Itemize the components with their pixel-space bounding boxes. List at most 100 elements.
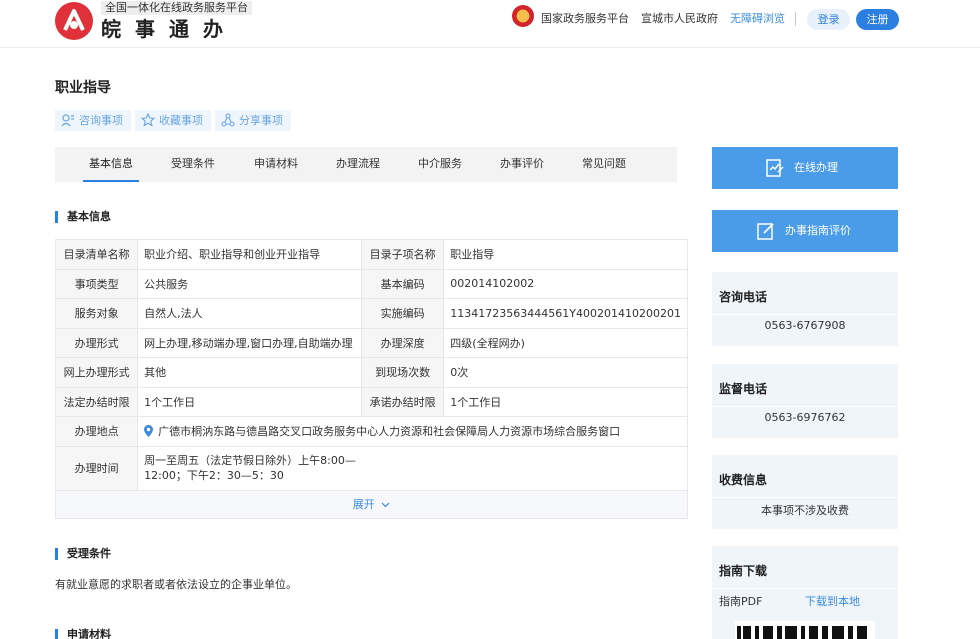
logo-icon (63, 9, 85, 31)
address-text: 广德市桐汭东路与德昌路交叉口政务服务中心人力资源和社会保障局人力资源市场综合服务… (158, 425, 621, 439)
row-value: 自然人,法人 (137, 298, 362, 329)
brand-name[interactable]: 皖事通办 (101, 16, 237, 42)
row-label: 目录子项名称 (360, 239, 445, 270)
row-value: 1个工作日 (443, 386, 688, 417)
row-label: 法定办结时限 (54, 386, 139, 417)
qr-code (735, 621, 875, 639)
consult-phone-card: 咨询电话 0563-6767908 (712, 272, 898, 346)
hours-line-2: 12:00；下午2：30—5：30 (144, 469, 284, 482)
table-row: 服务对象 自然人,法人 实施编码 11341723563444561Y40020141… (54, 298, 688, 329)
chevron-down-icon (381, 502, 390, 508)
share-item-label: 分享事项 (239, 114, 283, 127)
row-value: 1个工作日 (137, 386, 362, 417)
row-value: 四级(全程网办) (443, 327, 688, 358)
national-platform-link[interactable]: 国家政务服务平台 (541, 11, 629, 27)
consult-phone-value: 0563-6767908 (764, 319, 846, 332)
card-divider (712, 314, 898, 315)
favorite-item-label: 收藏事项 (159, 114, 203, 127)
row-value: 0次 (443, 357, 688, 388)
address-value: 广德市桐汭东路与德昌路交叉口政务服务中心人力资源和社会保障局人力资源市场综合服务… (137, 416, 688, 447)
national-emblem-icon (512, 5, 534, 27)
row-value: 公共服务 (137, 268, 362, 299)
online-apply-icon (766, 159, 784, 177)
basic-info-heading: 基本信息 (55, 210, 111, 224)
site-logo[interactable] (55, 2, 93, 40)
expand-label: 展开 (352, 498, 375, 511)
hours-line-1: 周一至周五（法定节假日除外）上午8:00— (144, 454, 356, 467)
fee-info-value: 本事项不涉及收费 (761, 504, 849, 517)
location-pin-icon (144, 425, 154, 438)
consult-item-button[interactable]: 咨询事项 (55, 110, 131, 131)
row-label: 到现场次数 (360, 357, 445, 388)
card-divider (712, 406, 898, 407)
table-row: 办理地点 广德市桐汭东路与德昌路交叉口政务服务中心人力资源和社会保障局人力资源市… (54, 416, 688, 447)
tab-acceptance[interactable]: 受理条件 (171, 147, 215, 182)
supervise-phone-value: 0563-6976762 (764, 411, 846, 424)
tab-evaluation[interactable]: 办事评价 (500, 147, 544, 182)
table-row: 办理形式 网上办理,移动端办理,窗口办理,自助端办理 办理深度 四级(全程网办) (54, 327, 688, 358)
expand-button[interactable]: 展开 (55, 489, 688, 519)
table-row: 网上办理形式 其他 到现场次数 0次 (54, 357, 688, 388)
row-value: 网上办理,移动端办理,窗口办理,自助端办理 (137, 327, 362, 358)
row-value: 职业指导 (443, 239, 688, 270)
guide-evaluation-label: 办事指南评价 (785, 224, 851, 237)
online-apply-button[interactable]: 在线办理 (712, 147, 898, 189)
login-button[interactable]: 登录 (807, 9, 850, 30)
table-row: 办理时间 周一至周五（法定节假日除外）上午8:00— 12:00；下午2：30—… (54, 445, 688, 491)
tab-intermediary[interactable]: 中介服务 (418, 147, 462, 182)
favorite-item-button[interactable]: 收藏事项 (135, 110, 211, 131)
basic-info-table: 目录清单名称 职业介绍、职业指导和创业开业指导 目录子项名称 职业指导 事项类型 公共服务… (54, 239, 688, 519)
table-row: 展开 (55, 489, 688, 519)
accessibility-link[interactable]: 无障碍浏览 (730, 11, 785, 27)
fee-info-title: 收费信息 (719, 473, 768, 487)
tab-basic-info[interactable]: 基本信息 (83, 147, 139, 182)
tab-process[interactable]: 办理流程 (336, 147, 380, 182)
row-label: 承诺办结时限 (360, 386, 445, 417)
guide-evaluation-button[interactable]: 办事指南评价 (712, 210, 898, 252)
share-item-button[interactable]: 分享事项 (215, 110, 291, 131)
card-divider (712, 497, 898, 498)
row-value: 002014102002 (443, 268, 688, 299)
row-label: 办理形式 (54, 327, 139, 358)
consult-icon (61, 114, 74, 127)
row-label: 实施编码 (360, 298, 445, 329)
acceptance-text: 有就业意愿的求职者或者依法设立的企事业单位。 (55, 578, 297, 591)
row-value: 其他 (137, 357, 362, 388)
city-gov-link[interactable]: 宣城市人民政府 (641, 11, 718, 27)
edit-icon (757, 223, 774, 240)
hours-label: 办理时间 (54, 445, 139, 491)
row-label: 事项类型 (54, 268, 139, 299)
row-value: 职业介绍、职业指导和创业开业指导 (137, 239, 362, 270)
detail-tabs: 基本信息 受理条件 申请材料 办理流程 中介服务 办事评价 常见问题 (55, 147, 677, 182)
consult-item-label: 咨询事项 (79, 114, 123, 127)
download-link[interactable]: 下载到本地 (805, 593, 860, 609)
header-divider (795, 12, 796, 26)
share-icon (221, 113, 235, 127)
address-label: 办理地点 (54, 416, 139, 447)
row-label: 服务对象 (54, 298, 139, 329)
register-button[interactable]: 注册 (856, 9, 899, 30)
online-apply-label: 在线办理 (794, 161, 838, 174)
table-row: 法定办结时限 1个工作日 承诺办结时限 1个工作日 (54, 386, 688, 417)
fee-info-card: 收费信息 本事项不涉及收费 (712, 455, 898, 529)
platform-tag: 全国一体化在线政务服务平台 (101, 1, 252, 15)
table-row: 目录清单名称 职业介绍、职业指导和创业开业指导 目录子项名称 职业指导 (54, 239, 688, 270)
row-label: 办理深度 (360, 327, 445, 358)
row-label: 基本编码 (360, 268, 445, 299)
star-icon (141, 113, 155, 127)
row-label: 目录清单名称 (54, 239, 139, 270)
guide-pdf-label: 指南PDF (719, 595, 763, 608)
card-divider (712, 588, 898, 589)
page-title: 职业指导 (55, 80, 111, 96)
site-header: 全国一体化在线政务服务平台 皖事通办 国家政务服务平台 宣城市人民政府 无障碍浏… (0, 0, 980, 48)
consult-phone-title: 咨询电话 (719, 290, 768, 304)
tab-faq[interactable]: 常见问题 (582, 147, 626, 182)
tab-materials[interactable]: 申请材料 (254, 147, 298, 182)
hours-value: 周一至周五（法定节假日除外）上午8:00— 12:00；下午2：30—5：30 (137, 445, 688, 491)
guide-download-title: 指南下载 (719, 564, 768, 578)
row-label: 网上办理形式 (54, 357, 139, 388)
materials-heading: 申请材料 (55, 628, 111, 639)
table-row: 事项类型 公共服务 基本编码 002014102002 (54, 268, 688, 299)
acceptance-heading: 受理条件 (55, 547, 111, 561)
supervise-phone-card: 监督电话 0563-6976762 (712, 364, 898, 438)
